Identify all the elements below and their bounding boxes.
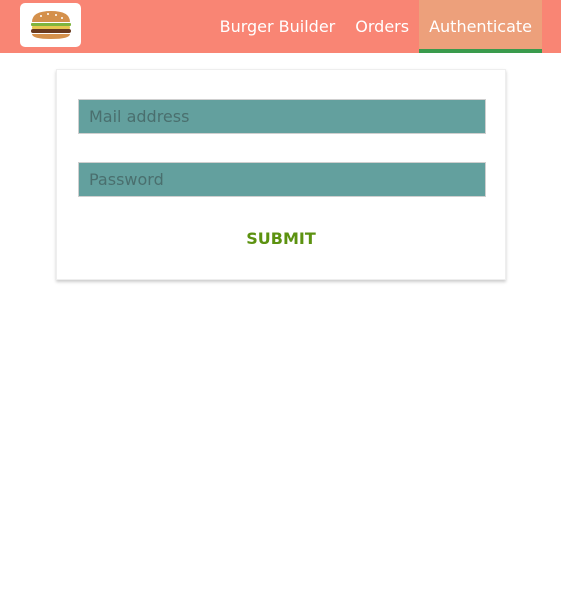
navigation: Burger Builder Orders Authenticate — [210, 0, 542, 53]
nav-item-orders[interactable]: Orders — [345, 0, 419, 53]
logo[interactable] — [20, 3, 81, 47]
auth-form: SUBMIT — [56, 69, 506, 280]
toolbar: Burger Builder Orders Authenticate — [0, 0, 561, 53]
burger-icon — [30, 11, 71, 39]
password-field[interactable] — [78, 162, 486, 197]
nav-item-authenticate[interactable]: Authenticate — [419, 0, 542, 53]
submit-button[interactable]: SUBMIT — [57, 225, 505, 251]
nav-item-burger-builder[interactable]: Burger Builder — [210, 0, 346, 53]
email-field[interactable] — [78, 99, 486, 134]
